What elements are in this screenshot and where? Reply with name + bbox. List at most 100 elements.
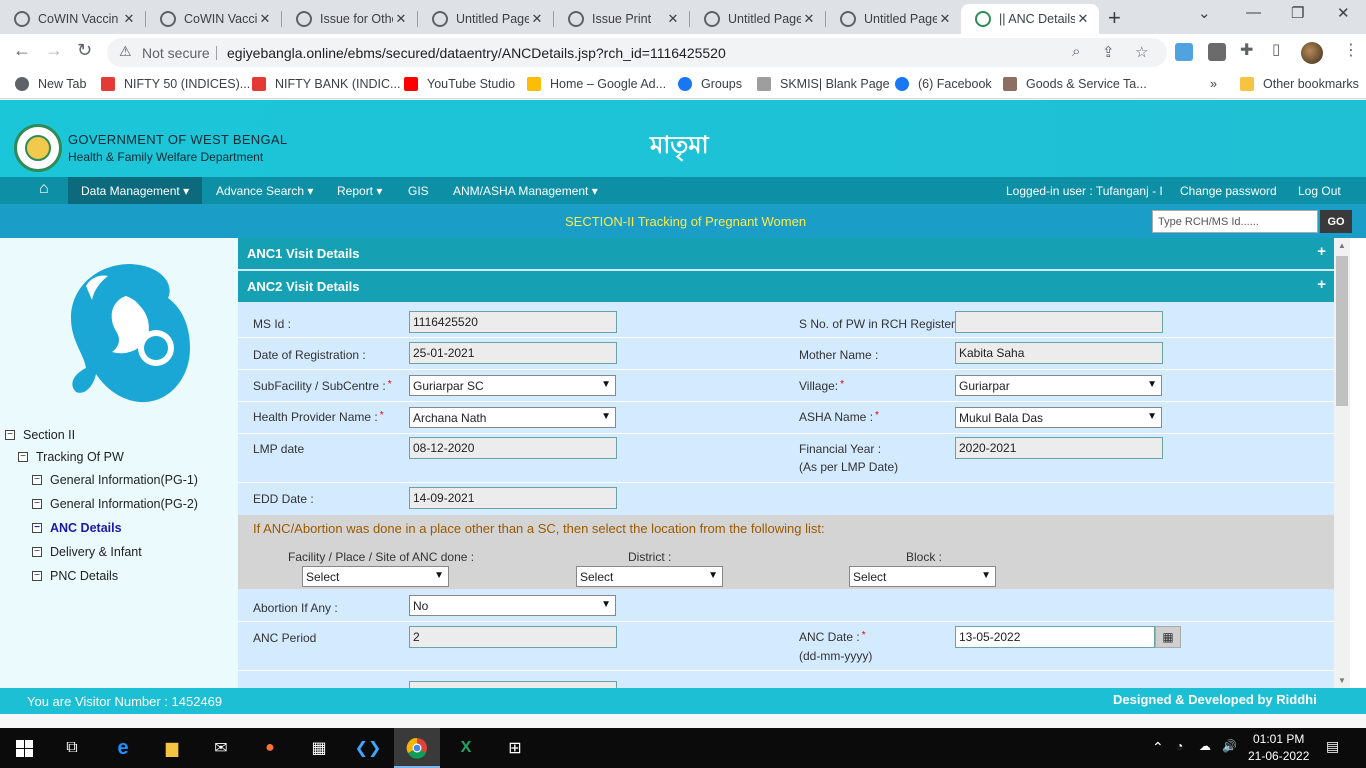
browser-tab[interactable]: Issue for Othe ✕	[282, 4, 417, 34]
scroll-down-arrow-icon[interactable]: ▼	[1338, 676, 1346, 685]
edd-date-field[interactable]: 14-09-2021	[409, 487, 617, 509]
calculator-icon[interactable]: ▦	[307, 736, 331, 760]
nav-gis[interactable]: GIS	[408, 184, 429, 198]
profile-avatar[interactable]	[1301, 42, 1323, 64]
bookmark-item[interactable]: NIFTY BANK (INDIC...	[252, 77, 400, 91]
home-icon[interactable]: ⌂	[39, 180, 49, 198]
vertical-scrollbar[interactable]: ▲ ▼	[1334, 238, 1350, 688]
sno-field[interactable]	[955, 311, 1163, 333]
bookmark-item[interactable]: SKMIS| Blank Page	[757, 77, 890, 91]
clock-time[interactable]: 01:01 PM	[1253, 732, 1304, 746]
reload-icon[interactable]: ↻	[77, 40, 92, 61]
close-icon[interactable]: ✕	[665, 11, 681, 27]
lmp-date-field[interactable]: 08-12-2020	[409, 437, 617, 459]
store-icon[interactable]: ⊞	[503, 736, 527, 760]
extension-icon[interactable]	[1175, 43, 1193, 61]
ms-id-field[interactable]: 1116425520	[409, 311, 617, 333]
bookmark-item[interactable]: (6) Facebook	[895, 77, 992, 91]
other-bookmarks[interactable]: Other bookmarks	[1240, 77, 1359, 91]
bookmark-item[interactable]: Groups	[678, 77, 742, 91]
nav-data-management[interactable]: Data Management ▾	[68, 177, 203, 204]
tree-general-info-pg2[interactable]: − General Information(PG-2)	[32, 497, 198, 511]
close-icon[interactable]: ✕	[257, 11, 273, 27]
browser-tab[interactable]: CoWIN Vaccin ✕	[146, 4, 281, 34]
nav-advance-search[interactable]: Advance Search ▾	[216, 184, 313, 198]
chrome-icon[interactable]	[405, 736, 429, 760]
warning-icon[interactable]: ⚠	[119, 43, 132, 60]
scroll-up-arrow-icon[interactable]: ▲	[1338, 241, 1346, 250]
village-select[interactable]: Guriarpar ▼	[955, 375, 1162, 396]
bookmark-item[interactable]: YouTube Studio	[404, 77, 515, 91]
menu-kebab-icon[interactable]: ⋮	[1343, 40, 1359, 60]
bookmark-item[interactable]: NIFTY 50 (INDICES)...	[101, 77, 250, 91]
close-icon[interactable]: ✕	[937, 11, 953, 27]
vscode-icon[interactable]: ❮❯	[355, 736, 382, 760]
browser-tab[interactable]: CoWIN Vaccin ✕	[0, 4, 145, 34]
tree-general-info-pg1[interactable]: − General Information(PG-1)	[32, 473, 198, 487]
tree-section-ii[interactable]: − Section II	[5, 428, 75, 442]
onedrive-cloud-icon[interactable]: ☁	[1199, 739, 1211, 753]
change-password-link[interactable]: Change password	[1180, 184, 1277, 198]
rch-search-input[interactable]	[1152, 210, 1318, 233]
edge-icon[interactable]: e	[111, 736, 135, 760]
mother-name-field[interactable]: Kabita Saha	[955, 342, 1163, 364]
browser-tab-active[interactable]: || ANC Details ✕	[961, 4, 1099, 34]
bookmark-item[interactable]: New Tab	[15, 77, 86, 91]
tray-chevron-up-icon[interactable]: ⌃	[1152, 739, 1164, 756]
more-bookmarks[interactable]: »	[1210, 77, 1217, 91]
logout-link[interactable]: Log Out	[1298, 184, 1341, 198]
network-icon[interactable]: ◔	[1176, 739, 1183, 753]
minimize-icon[interactable]: —	[1246, 4, 1261, 21]
subfacility-select[interactable]: Guriarpar SC ▼	[409, 375, 616, 396]
tree-pnc-details[interactable]: − PNC Details	[32, 569, 118, 583]
browser-tab[interactable]: Untitled Page ✕	[418, 4, 553, 34]
health-provider-select[interactable]: Archana Nath ▼	[409, 407, 616, 428]
back-arrow-icon[interactable]: ←	[13, 40, 31, 61]
notification-center-icon[interactable]: ▤	[1326, 738, 1339, 755]
tab-search-chevron-icon[interactable]: ⌄	[1198, 4, 1211, 22]
close-icon[interactable]: ✕	[1075, 11, 1091, 27]
close-icon[interactable]: ✕	[121, 11, 137, 27]
next-field[interactable]	[409, 681, 617, 688]
calendar-icon[interactable]: ▦	[1155, 626, 1181, 648]
new-tab-plus-icon[interactable]: +	[1108, 5, 1121, 31]
abortion-select[interactable]: No ▼	[409, 595, 616, 616]
browser-tab[interactable]: Untitled Page ✕	[690, 4, 825, 34]
block-select[interactable]: Select ▼	[849, 566, 996, 587]
forward-arrow-icon[interactable]: →	[45, 40, 63, 61]
anc-date-field[interactable]: 13-05-2022	[955, 626, 1155, 648]
excel-icon[interactable]: X	[454, 736, 478, 760]
side-panel-icon[interactable]: ▯	[1272, 40, 1280, 58]
bookmark-star-icon[interactable]: ☆	[1135, 43, 1148, 61]
tree-delivery-infant[interactable]: − Delivery & Infant	[32, 545, 142, 559]
firefox-icon[interactable]: ●	[258, 736, 282, 760]
bookmark-item[interactable]: Home – Google Ad...	[527, 77, 666, 91]
anc2-accordion-header[interactable]: ANC2 Visit Details +	[238, 271, 1334, 302]
mail-icon[interactable]: ✉	[209, 736, 233, 760]
tree-anc-details[interactable]: − ANC Details	[32, 521, 122, 535]
extensions-puzzle-icon[interactable]: ✚	[1240, 40, 1253, 60]
collapse-minus-icon[interactable]: −	[5, 430, 15, 440]
restore-icon[interactable]: ❐	[1291, 4, 1304, 22]
tree-tracking-of-pw[interactable]: − Tracking Of PW	[18, 450, 124, 464]
collapse-minus-icon[interactable]: −	[18, 452, 28, 462]
anc1-accordion-header[interactable]: ANC1 Visit Details +	[238, 238, 1334, 269]
district-select[interactable]: Select ▼	[576, 566, 723, 587]
close-icon[interactable]: ✕	[529, 11, 545, 27]
registration-date-field[interactable]: 25-01-2021	[409, 342, 617, 364]
bookmark-item[interactable]: Goods & Service Ta...	[1003, 77, 1147, 91]
facility-select[interactable]: Select ▼	[302, 566, 449, 587]
expand-plus-icon[interactable]: +	[1317, 243, 1326, 260]
browser-tab[interactable]: Issue Print ✕	[554, 4, 689, 34]
file-explorer-icon[interactable]: ▆	[160, 736, 184, 760]
close-icon[interactable]: ✕	[801, 11, 817, 27]
expand-plus-icon[interactable]: +	[1317, 276, 1326, 293]
volume-icon[interactable]: 🔊	[1222, 739, 1237, 753]
scrollbar-thumb[interactable]	[1336, 256, 1348, 406]
anc-period-field[interactable]: 2	[409, 626, 617, 648]
zoom-icon[interactable]: ⌕	[1072, 43, 1080, 60]
task-view-icon[interactable]: ⧉	[60, 736, 84, 760]
nav-anm-asha-management[interactable]: ANM/ASHA Management ▾	[453, 184, 598, 198]
close-icon[interactable]: ✕	[393, 11, 409, 27]
asha-name-select[interactable]: Mukul Bala Das ▼	[955, 407, 1162, 428]
